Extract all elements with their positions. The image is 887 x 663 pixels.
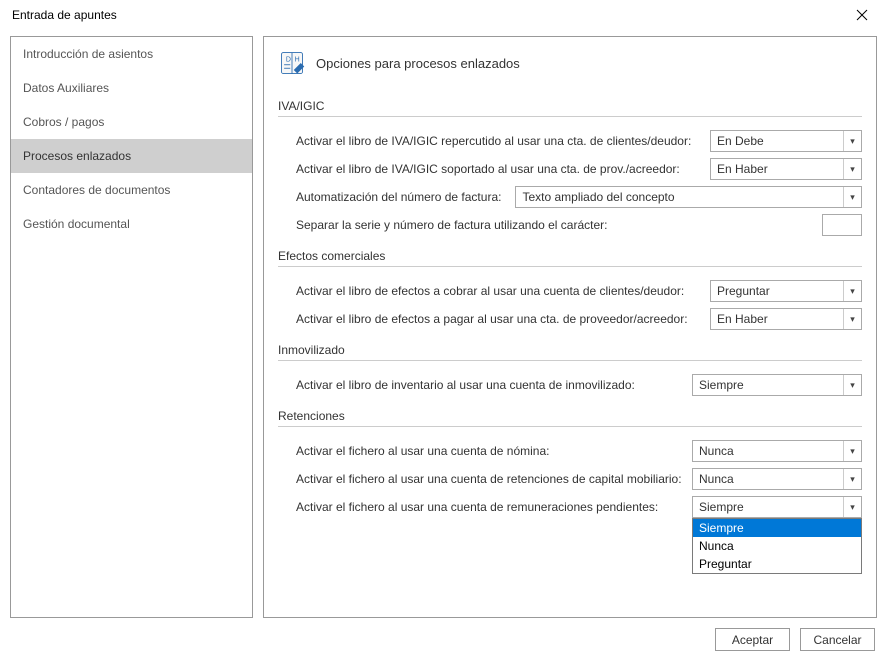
combo-value: Siempre	[699, 378, 744, 392]
dialog-body: Introducción de asientos Datos Auxiliare…	[0, 30, 887, 618]
dropdown-option-siempre[interactable]: Siempre	[693, 519, 861, 537]
row-auto-numero-factura: Automatización del número de factura: Te…	[278, 183, 862, 211]
row-separar-serie: Separar la serie y número de factura uti…	[278, 211, 862, 239]
combo-ret-capital[interactable]: Nunca ▾	[692, 468, 862, 490]
ledger-icon: D H	[278, 49, 306, 77]
chevron-down-icon: ▾	[843, 281, 861, 301]
row-iva-repercutido: Activar el libro de IVA/IGIC repercutido…	[278, 127, 862, 155]
section-iva: IVA/IGIC Activar el libro de IVA/IGIC re…	[278, 99, 862, 239]
row-iva-soportado: Activar el libro de IVA/IGIC soportado a…	[278, 155, 862, 183]
chevron-down-icon: ▾	[843, 131, 861, 151]
combo-auto-numero[interactable]: Texto ampliado del concepto ▾	[515, 186, 862, 208]
combo-ret-remuneraciones[interactable]: Siempre ▾	[692, 496, 862, 518]
section-efectos: Efectos comerciales Activar el libro de …	[278, 249, 862, 333]
panel-title: Opciones para procesos enlazados	[316, 56, 520, 71]
chevron-down-icon: ▾	[843, 375, 861, 395]
label-ret-remuneraciones: Activar el fichero al usar una cuenta de…	[296, 500, 658, 514]
cancel-button[interactable]: Cancelar	[800, 628, 875, 651]
dropdown-ret-remuneraciones: Siempre Nunca Preguntar	[692, 518, 862, 574]
input-separador[interactable]	[822, 214, 862, 236]
combo-value: Preguntar	[717, 284, 770, 298]
sidebar-item-contadores[interactable]: Contadores de documentos	[11, 173, 252, 207]
close-icon	[856, 9, 868, 21]
sidebar: Introducción de asientos Datos Auxiliare…	[10, 36, 253, 618]
chevron-down-icon: ▾	[843, 187, 861, 207]
sidebar-item-gestion-documental[interactable]: Gestión documental	[11, 207, 252, 241]
dropdown-option-nunca[interactable]: Nunca	[693, 537, 861, 555]
row-inventario: Activar el libro de inventario al usar u…	[278, 371, 862, 399]
svg-text:H: H	[295, 56, 300, 63]
row-ret-capital: Activar el fichero al usar una cuenta de…	[278, 465, 862, 493]
combo-iva-soportado[interactable]: En Haber ▾	[710, 158, 862, 180]
sidebar-item-datos-auxiliares[interactable]: Datos Auxiliares	[11, 71, 252, 105]
combo-efectos-cobrar[interactable]: Preguntar ▾	[710, 280, 862, 302]
combo-efectos-pagar[interactable]: En Haber ▾	[710, 308, 862, 330]
label-efectos-pagar: Activar el libro de efectos a pagar al u…	[296, 312, 688, 326]
combo-value: En Debe	[717, 134, 764, 148]
dropdown-option-preguntar[interactable]: Preguntar	[693, 555, 861, 573]
section-heading-inmovilizado: Inmovilizado	[278, 343, 862, 361]
row-efectos-cobrar: Activar el libro de efectos a cobrar al …	[278, 277, 862, 305]
combo-ret-nomina[interactable]: Nunca ▾	[692, 440, 862, 462]
label-auto-numero: Automatización del número de factura:	[296, 190, 501, 204]
window-title: Entrada de apuntes	[12, 8, 117, 22]
chevron-down-icon: ▾	[843, 159, 861, 179]
section-inmovilizado: Inmovilizado Activar el libro de inventa…	[278, 343, 862, 399]
combo-value: En Haber	[717, 312, 768, 326]
chevron-down-icon: ▾	[843, 441, 861, 461]
label-efectos-cobrar: Activar el libro de efectos a cobrar al …	[296, 284, 684, 298]
main-panel: D H Opciones para procesos enlazados IVA…	[263, 36, 877, 618]
footer-buttons: Aceptar Cancelar	[715, 628, 875, 651]
combo-value: Texto ampliado del concepto	[522, 190, 674, 204]
chevron-down-icon: ▾	[843, 309, 861, 329]
sidebar-item-procesos-enlazados[interactable]: Procesos enlazados	[11, 139, 252, 173]
accept-button[interactable]: Aceptar	[715, 628, 790, 651]
label-iva-soportado: Activar el libro de IVA/IGIC soportado a…	[296, 162, 680, 176]
section-retenciones: Retenciones Activar el fichero al usar u…	[278, 409, 862, 521]
row-ret-remuneraciones: Activar el fichero al usar una cuenta de…	[278, 493, 862, 521]
label-iva-repercutido: Activar el libro de IVA/IGIC repercutido…	[296, 134, 691, 148]
section-heading-efectos: Efectos comerciales	[278, 249, 862, 267]
section-heading-retenciones: Retenciones	[278, 409, 862, 427]
titlebar: Entrada de apuntes	[0, 0, 887, 30]
label-inventario: Activar el libro de inventario al usar u…	[296, 378, 635, 392]
row-ret-nomina: Activar el fichero al usar una cuenta de…	[278, 437, 862, 465]
label-separar-serie: Separar la serie y número de factura uti…	[296, 218, 608, 232]
sidebar-item-cobros-pagos[interactable]: Cobros / pagos	[11, 105, 252, 139]
chevron-down-icon: ▾	[843, 469, 861, 489]
combo-value: Nunca	[699, 444, 734, 458]
close-button[interactable]	[847, 0, 877, 30]
chevron-down-icon: ▾	[843, 497, 861, 517]
label-ret-capital: Activar el fichero al usar una cuenta de…	[296, 472, 682, 486]
combo-value: En Haber	[717, 162, 768, 176]
combo-value: Nunca	[699, 472, 734, 486]
label-ret-nomina: Activar el fichero al usar una cuenta de…	[296, 444, 549, 458]
combo-iva-repercutido[interactable]: En Debe ▾	[710, 130, 862, 152]
panel-header: D H Opciones para procesos enlazados	[278, 49, 862, 77]
sidebar-item-introduccion[interactable]: Introducción de asientos	[11, 37, 252, 71]
combo-value: Siempre	[699, 500, 744, 514]
svg-text:D: D	[286, 56, 291, 63]
combo-inventario[interactable]: Siempre ▾	[692, 374, 862, 396]
section-heading-iva: IVA/IGIC	[278, 99, 862, 117]
row-efectos-pagar: Activar el libro de efectos a pagar al u…	[278, 305, 862, 333]
